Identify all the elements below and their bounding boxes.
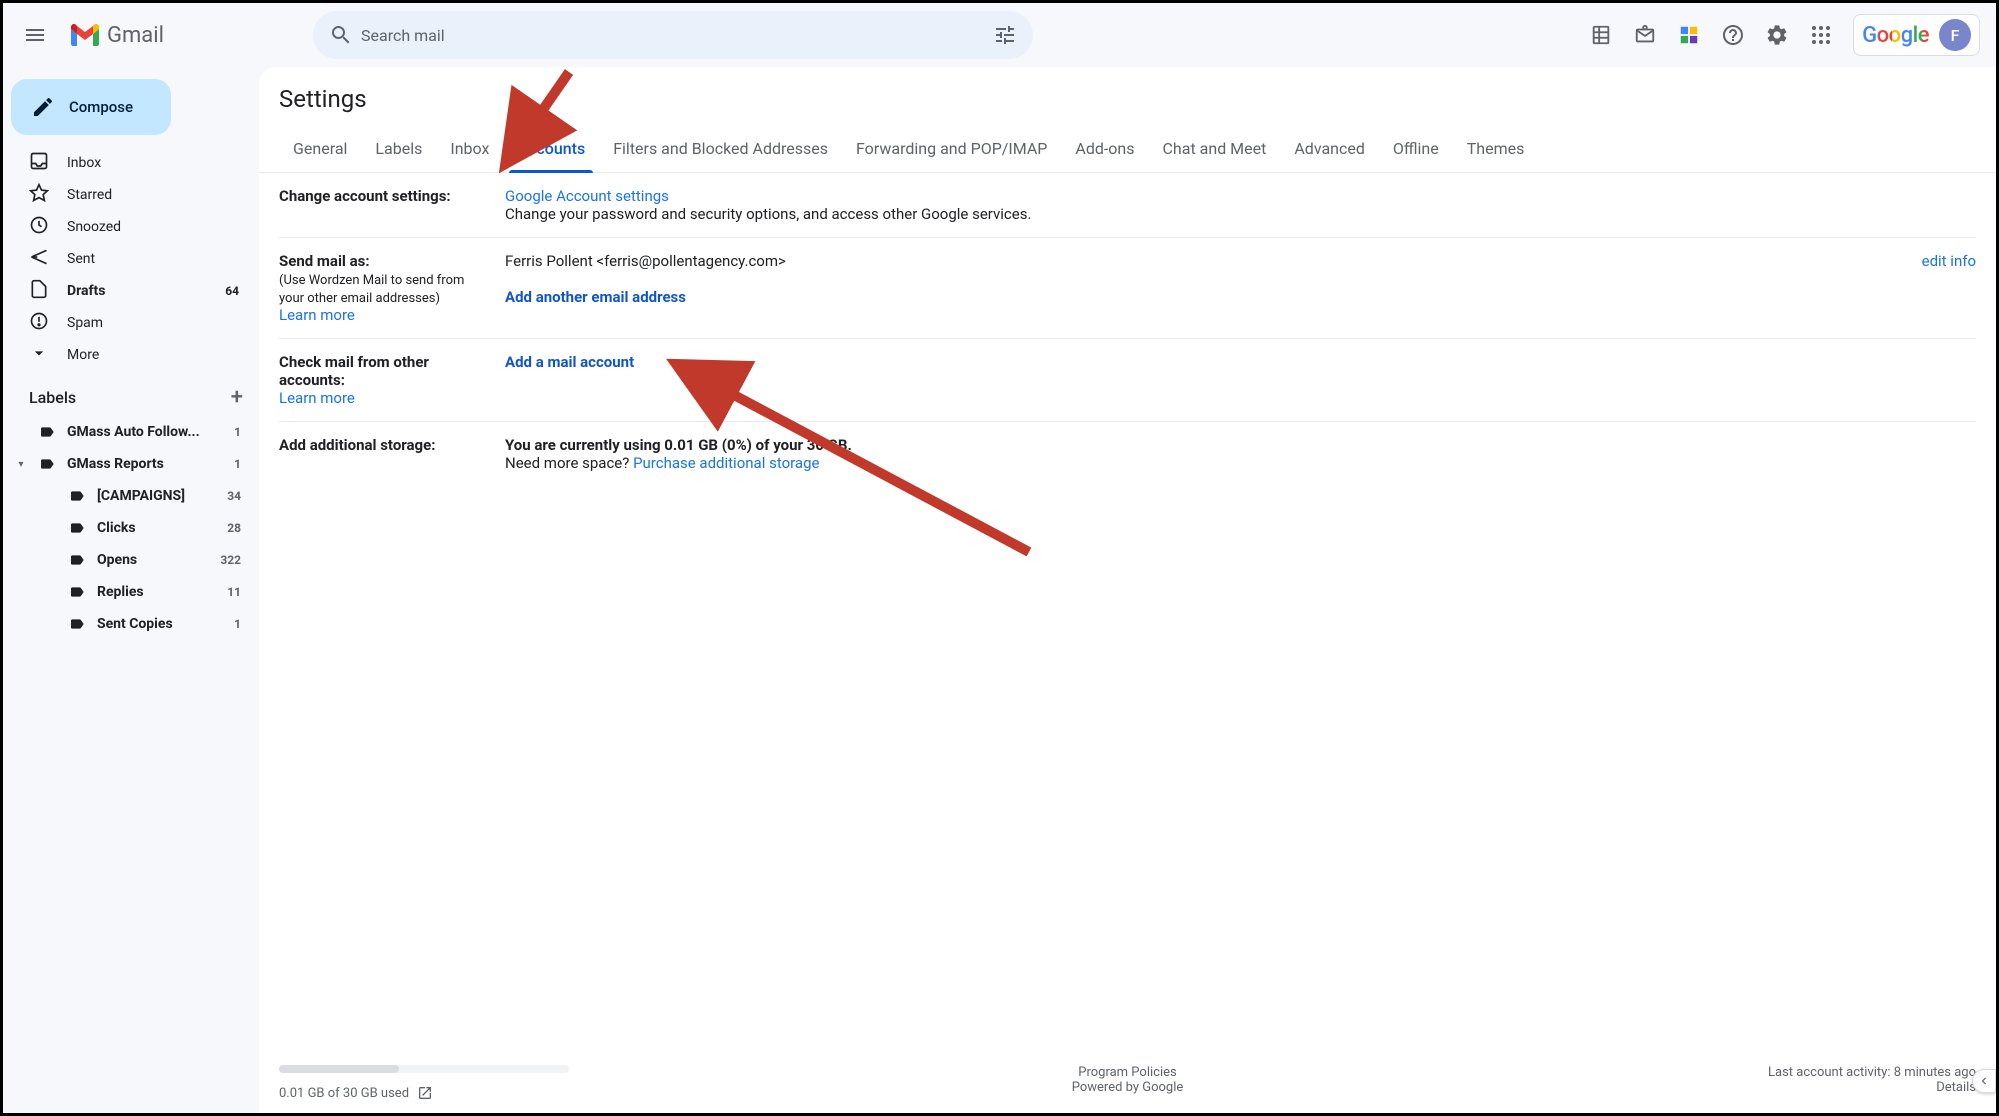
alert-icon — [29, 311, 49, 335]
sheets-icon — [1590, 24, 1612, 46]
search-input[interactable] — [361, 26, 985, 45]
label-icon — [69, 552, 85, 568]
mail-track-icon — [1634, 24, 1656, 46]
compose-label: Compose — [69, 98, 133, 116]
send-as-identity: Ferris Pollent <ferris@pollentagency.com… — [505, 252, 786, 270]
send-as-learn-more-link[interactable]: Learn more — [279, 306, 355, 324]
add-mail-account-link[interactable]: Add a mail account — [505, 353, 634, 371]
tab-offline[interactable]: Offline — [1379, 131, 1453, 172]
help-icon — [1721, 23, 1745, 47]
nav-item-inbox[interactable]: Inbox — [3, 147, 251, 179]
add-another-email-link[interactable]: Add another email address — [505, 288, 686, 306]
help-button[interactable] — [1713, 15, 1753, 55]
edit-info-link[interactable]: edit info — [1922, 252, 1976, 270]
clock-icon — [29, 215, 49, 239]
main-menu-button[interactable] — [11, 11, 59, 59]
send-icon — [29, 247, 49, 271]
gear-icon — [1765, 23, 1789, 47]
main-panel: Settings GeneralLabelsInboxAccountsFilte… — [259, 67, 1996, 1113]
addon-mail-button[interactable] — [1625, 15, 1665, 55]
tune-icon — [993, 23, 1017, 47]
star-icon — [29, 183, 49, 207]
apps-grid-icon — [1809, 23, 1833, 47]
nav-item-snoozed[interactable]: Snoozed — [3, 211, 251, 243]
compose-button[interactable]: Compose — [11, 79, 171, 135]
hamburger-icon — [23, 23, 47, 47]
google-account-settings-link[interactable]: Google Account settings — [505, 187, 669, 205]
section-send-mail-as: Send mail as: (Use Wordzen Mail to send … — [279, 238, 1976, 339]
add-label-button[interactable]: + — [231, 385, 243, 410]
avatar[interactable]: F — [1939, 19, 1971, 51]
check-mail-learn-more-link[interactable]: Learn more — [279, 389, 355, 407]
label-item[interactable]: Opens322 — [3, 544, 259, 576]
tab-inbox[interactable]: Inbox — [436, 131, 503, 172]
section-change-account: Change account settings: Google Account … — [279, 173, 1976, 238]
search-options-button[interactable] — [985, 15, 1025, 55]
label-item[interactable]: Clicks28 — [3, 512, 259, 544]
label-item[interactable]: GMass Auto Follow...1 — [3, 416, 259, 448]
gmail-logo[interactable]: Gmail — [67, 23, 305, 48]
apps-button[interactable] — [1801, 15, 1841, 55]
search-button[interactable] — [321, 15, 361, 55]
google-account-chip[interactable]: Google F — [1853, 14, 1980, 56]
tab-add-ons[interactable]: Add-ons — [1061, 131, 1148, 172]
tab-forwarding-and-pop-imap[interactable]: Forwarding and POP/IMAP — [842, 131, 1061, 172]
nav-item-drafts[interactable]: Drafts64 — [3, 275, 251, 307]
tab-chat-and-meet[interactable]: Chat and Meet — [1149, 131, 1281, 172]
page-title: Settings — [259, 67, 1996, 131]
label-icon — [69, 584, 85, 600]
label-icon — [69, 616, 85, 632]
settings-button[interactable] — [1757, 15, 1797, 55]
nav-item-sent[interactable]: Sent — [3, 243, 251, 275]
settings-body: Change account settings: Google Account … — [259, 173, 1996, 1041]
nav-item-spam[interactable]: Spam — [3, 307, 251, 339]
tab-themes[interactable]: Themes — [1453, 131, 1539, 172]
chevron-icon — [29, 343, 49, 367]
label-icon — [39, 456, 55, 472]
sidebar: Compose InboxStarredSnoozedSentDrafts64S… — [3, 67, 259, 1113]
addon-app-button[interactable] — [1669, 15, 1709, 55]
tab-accounts[interactable]: Accounts — [503, 131, 599, 172]
label-item[interactable]: [CAMPAIGNS]34 — [3, 480, 259, 512]
nav-item-more[interactable]: More — [3, 339, 251, 371]
app-tiles-icon — [1678, 24, 1700, 46]
inbox-icon — [29, 151, 49, 175]
settings-tabs: GeneralLabelsInboxAccountsFilters and Bl… — [259, 131, 1996, 173]
nav-item-starred[interactable]: Starred — [3, 179, 251, 211]
side-panel-toggle[interactable] — [1972, 1069, 1996, 1093]
search-bar[interactable] — [313, 11, 1033, 59]
open-in-new-icon[interactable] — [417, 1085, 433, 1101]
google-logo-text: Google — [1862, 23, 1929, 48]
details-link[interactable]: Details — [1936, 1080, 1976, 1095]
body: Compose InboxStarredSnoozedSentDrafts64S… — [3, 67, 1996, 1113]
label-item[interactable]: Replies11 — [3, 576, 259, 608]
pencil-icon — [31, 95, 55, 119]
label-icon — [69, 488, 85, 504]
tab-labels[interactable]: Labels — [361, 131, 436, 172]
label-icon — [69, 520, 85, 536]
footer: 0.01 GB of 30 GB used Program Policies P… — [259, 1041, 1996, 1113]
addon-sheets-button[interactable] — [1581, 15, 1621, 55]
label-item[interactable]: ▾GMass Reports1 — [3, 448, 259, 480]
label-item[interactable]: Sent Copies1 — [3, 608, 259, 640]
gmail-product-name: Gmail — [107, 23, 164, 48]
gmail-icon — [71, 24, 99, 46]
app-window: Gmail Google F — [0, 0, 1999, 1116]
section-storage: Add additional storage: You are currentl… — [279, 422, 1976, 486]
header-tools: Google F — [1581, 14, 1988, 56]
tab-advanced[interactable]: Advanced — [1280, 131, 1379, 172]
horizontal-scrollbar[interactable] — [279, 1065, 569, 1073]
file-icon — [29, 279, 49, 303]
label-icon — [39, 424, 55, 440]
tab-filters-and-blocked-addresses[interactable]: Filters and Blocked Addresses — [599, 131, 842, 172]
chevron-left-icon — [1977, 1074, 1991, 1088]
tab-general[interactable]: General — [279, 131, 361, 172]
section-check-mail: Check mail from other accounts: Learn mo… — [279, 339, 1976, 422]
search-icon — [329, 23, 353, 47]
program-policies-link[interactable]: Program Policies — [1078, 1065, 1176, 1080]
purchase-storage-link[interactable]: Purchase additional storage — [633, 454, 819, 472]
labels-header: Labels + — [3, 371, 259, 416]
header: Gmail Google F — [3, 3, 1996, 67]
